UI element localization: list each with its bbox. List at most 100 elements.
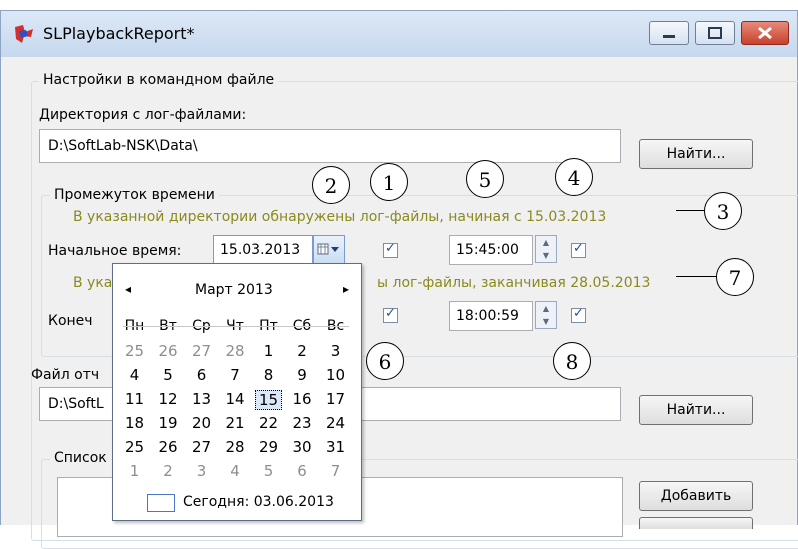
- close-button[interactable]: [741, 21, 789, 45]
- start-date-checkbox[interactable]: [383, 241, 398, 258]
- calendar-day[interactable]: 11: [121, 390, 148, 408]
- log-dir-input[interactable]: D:\SoftLab-NSK\Data\: [39, 129, 621, 163]
- calendar-day[interactable]: 7: [222, 366, 249, 384]
- time-range-caption: Промежуток времени: [50, 187, 219, 203]
- calendar-day[interactable]: 20: [188, 414, 215, 432]
- calendar-day[interactable]: 12: [155, 390, 182, 408]
- end-time-checkbox[interactable]: [571, 306, 586, 323]
- start-time-spinner[interactable]: ▲ ▼: [535, 235, 557, 263]
- calendar-day[interactable]: 29: [255, 438, 282, 456]
- calendar-day[interactable]: 27: [188, 438, 215, 456]
- report-file-label: Файл отч: [31, 367, 100, 383]
- list-group-caption: Список: [50, 450, 111, 466]
- calendar-day[interactable]: 1: [121, 462, 148, 480]
- end-date-checkbox[interactable]: [383, 306, 398, 323]
- calendar-day[interactable]: 10: [322, 366, 349, 384]
- calendar-days: 25 26 27 28 1 2 3 4 5 6 7 8 9 10 11 12 13 14 15 16 17 18 19 20 2…: [121, 342, 353, 492]
- callout-4: 4: [555, 158, 593, 196]
- log-dir-find-button[interactable]: Найти...: [639, 139, 753, 169]
- calendar-day[interactable]: 7: [322, 462, 349, 480]
- callout-8: 8: [553, 342, 591, 380]
- end-time-spinner[interactable]: ▲ ▼: [535, 301, 557, 329]
- calendar-day[interactable]: 5: [155, 366, 182, 384]
- callout-3: 3: [704, 192, 742, 230]
- calendar-day[interactable]: 24: [322, 414, 349, 432]
- calendar-day[interactable]: 4: [222, 462, 249, 480]
- calendar-day[interactable]: 1: [255, 342, 282, 360]
- start-time-label: Начальное время:: [48, 243, 182, 259]
- calendar-day[interactable]: 13: [188, 390, 215, 408]
- settings-group-caption: Настройки в командном файле: [39, 72, 279, 88]
- calendar-day[interactable]: 2: [155, 462, 182, 480]
- spin-up-icon[interactable]: ▲: [536, 302, 556, 315]
- prev-month-icon[interactable]: ◂: [125, 282, 131, 296]
- callout-7: 7: [716, 258, 754, 296]
- report-file-find-button[interactable]: Найти...: [639, 395, 753, 425]
- calendar-day[interactable]: 6: [289, 462, 316, 480]
- calendar-day[interactable]: 4: [121, 366, 148, 384]
- log-dir-label: Директория с лог-файлами:: [39, 107, 247, 123]
- calendar-day[interactable]: 6: [188, 366, 215, 384]
- calendar-day[interactable]: 28: [222, 438, 249, 456]
- calendar-day[interactable]: 31: [322, 438, 349, 456]
- start-time-checkbox[interactable]: [571, 241, 586, 258]
- calendar-day[interactable]: 23: [289, 414, 316, 432]
- callout-2: 2: [312, 166, 350, 204]
- calendar-day[interactable]: 19: [155, 414, 182, 432]
- weekday-header: Пн Вт Ср Чт Пт Сб Вс: [121, 318, 353, 338]
- callout-1: 1: [370, 163, 408, 201]
- spin-up-icon[interactable]: ▲: [536, 236, 556, 249]
- calendar-separator: [123, 326, 349, 327]
- maximize-icon: [708, 27, 722, 39]
- title-bar[interactable]: SLPlaybackReport*: [1, 11, 797, 57]
- second-list-button[interactable]: [639, 517, 753, 529]
- calendar-day[interactable]: 17: [322, 390, 349, 408]
- callout-6: 6: [366, 342, 404, 380]
- end-time-field[interactable]: 18:00:59: [449, 301, 533, 331]
- calendar-day[interactable]: 16: [289, 390, 316, 408]
- callout-3-leader: [676, 210, 704, 211]
- calendar-day[interactable]: 2: [289, 342, 316, 360]
- calendar-day[interactable]: 18: [121, 414, 148, 432]
- calendar-day[interactable]: 30: [289, 438, 316, 456]
- calendar-day[interactable]: 8: [255, 366, 282, 384]
- calendar-day[interactable]: 26: [155, 342, 182, 360]
- close-icon: [758, 26, 772, 40]
- start-time-field[interactable]: 15:45:00: [449, 235, 533, 265]
- end-info-text: ы лог-файлы, заканчивая 28.05.2013: [377, 275, 651, 291]
- calendar-day[interactable]: 22: [255, 414, 282, 432]
- minimize-icon: [663, 35, 675, 38]
- start-date-dropdown-button[interactable]: [313, 235, 345, 265]
- spin-down-icon[interactable]: ▼: [536, 315, 556, 328]
- end-info-prefix: В ука: [73, 275, 113, 291]
- calendar-day[interactable]: 9: [289, 366, 316, 384]
- calendar-popup: ◂ Март 2013 ▸ Пн Вт Ср Чт Пт Сб Вс 25 26 27 28 1 2 3…: [112, 263, 362, 521]
- calendar-day[interactable]: 26: [155, 438, 182, 456]
- start-date-field[interactable]: 15.03.2013: [213, 235, 313, 265]
- calendar-day[interactable]: 3: [188, 462, 215, 480]
- next-month-icon[interactable]: ▸: [343, 282, 349, 296]
- calendar-day[interactable]: 25: [121, 438, 148, 456]
- calendar-day[interactable]: 3: [322, 342, 349, 360]
- start-info-text: В указанной директории обнаружены лог-фа…: [73, 209, 607, 225]
- calendar-day[interactable]: 28: [222, 342, 249, 360]
- callout-7-leader: [676, 276, 716, 277]
- minimize-button[interactable]: [649, 21, 689, 45]
- callout-5: 5: [466, 160, 504, 198]
- today-marker-icon: [147, 494, 175, 512]
- window-title: SLPlaybackReport*: [43, 24, 195, 43]
- add-button[interactable]: Добавить: [639, 481, 753, 511]
- calendar-day[interactable]: 5: [255, 462, 282, 480]
- maximize-button[interactable]: [695, 21, 735, 45]
- today-link[interactable]: Сегодня: 03.06.2013: [183, 494, 334, 510]
- spin-down-icon[interactable]: ▼: [536, 249, 556, 262]
- calendar-dropdown-icon: [317, 243, 339, 255]
- calendar-day[interactable]: 21: [222, 414, 249, 432]
- calendar-day-selected[interactable]: 15: [255, 390, 282, 410]
- calendar-month-title[interactable]: Март 2013: [195, 282, 273, 298]
- end-time-label: Конеч: [48, 313, 93, 329]
- calendar-day[interactable]: 25: [121, 342, 148, 360]
- calendar-day[interactable]: 14: [222, 390, 249, 408]
- app-icon: [15, 25, 33, 43]
- calendar-day[interactable]: 27: [188, 342, 215, 360]
